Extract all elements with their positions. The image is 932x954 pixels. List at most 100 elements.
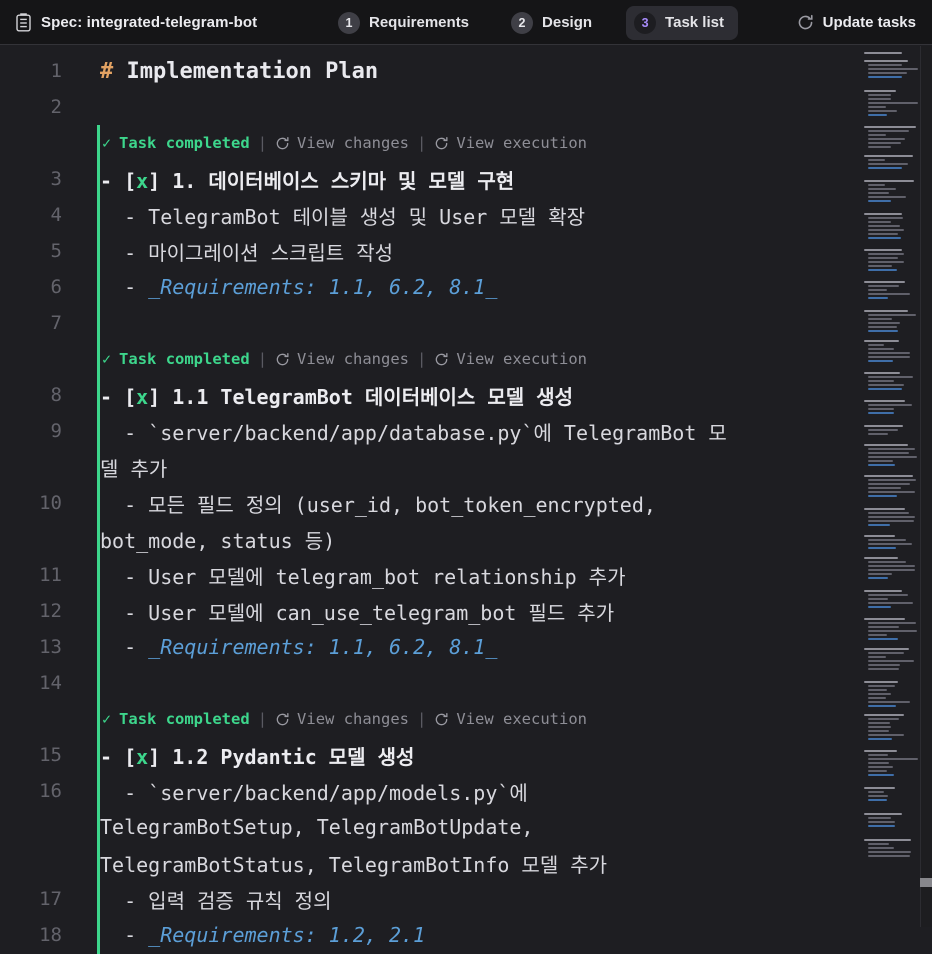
task-status-header: ✓ Task completed | View changes | View e… <box>0 701 932 737</box>
tab-requirements[interactable]: 1 Requirements <box>330 6 477 40</box>
task-block-bar <box>97 341 100 378</box>
checkbox-checked[interactable]: x <box>136 169 148 193</box>
line-number: 18 <box>0 917 62 953</box>
minimap-line <box>868 638 898 640</box>
tab-design[interactable]: 2 Design <box>503 6 600 40</box>
view-changes-link[interactable]: View changes <box>275 134 409 152</box>
minimap-line <box>868 565 915 567</box>
minimap-line <box>868 602 913 604</box>
minimap-line <box>864 425 903 427</box>
minimap-line <box>868 594 908 596</box>
task-block-bar <box>97 917 100 954</box>
minimap-line <box>864 813 902 815</box>
line-number: 13 <box>0 629 62 665</box>
minimap-line <box>868 167 902 169</box>
minimap-line <box>868 855 910 857</box>
minimap-line <box>864 372 900 374</box>
spec-title-group: Spec: integrated-telegram-bot <box>16 0 257 45</box>
minimap-line <box>868 847 894 849</box>
view-changes-link[interactable]: View changes <box>275 350 409 368</box>
minimap-line <box>868 68 918 70</box>
update-tasks-label: Update tasks <box>823 14 916 31</box>
minimap-line <box>868 693 891 695</box>
task-completed-label: Task completed <box>119 350 250 368</box>
editor-row: 16 - `server/backend/app/models.py`에 <box>0 773 932 809</box>
minimap-line <box>868 106 886 108</box>
minimap-line <box>868 384 904 386</box>
editor-row: 13 - _Requirements: 1.1, 6.2, 8.1_ <box>0 629 932 665</box>
task-block-bar <box>97 701 100 738</box>
line-number: 5 <box>0 233 62 269</box>
page-title: Implementation Plan <box>127 59 379 84</box>
minimap-line <box>868 188 896 190</box>
minimap-line <box>864 155 913 157</box>
task-block-bar <box>97 521 100 558</box>
update-tasks-button[interactable]: Update tasks <box>797 0 916 45</box>
minimap-line <box>868 163 908 165</box>
editor-row: 2 <box>0 89 932 125</box>
task-detail: bot_mode, status 등) <box>100 525 335 554</box>
task-block-bar <box>97 413 100 450</box>
minimap-line <box>864 60 908 62</box>
editor-row: bot_mode, status 등) <box>0 521 932 557</box>
minimap-line <box>868 257 898 259</box>
minimap-line <box>864 618 905 620</box>
task-detail: - User 모델에 telegram_bot relationship 추가 <box>100 561 625 590</box>
clipboard-icon <box>16 13 31 32</box>
minimap-line <box>868 598 888 600</box>
step-number: 3 <box>634 12 656 34</box>
minimap-line <box>868 730 889 732</box>
minimap-line <box>864 281 905 283</box>
minimap-line <box>864 508 905 510</box>
minimap-line <box>868 722 890 724</box>
line-number: 9 <box>0 413 62 449</box>
history-icon <box>434 352 449 367</box>
task-detail: TelegramBotStatus, TelegramBotInfo 모델 추가 <box>100 849 607 878</box>
minimap-line <box>868 130 909 132</box>
task-status-header: ✓ Task completed | View changes | View e… <box>0 341 932 377</box>
history-icon <box>434 136 449 151</box>
minimap-line <box>868 184 885 186</box>
minimap-line <box>868 102 918 104</box>
minimap-line <box>864 590 902 592</box>
task-block-bar <box>97 305 100 342</box>
minimap-line <box>868 146 891 148</box>
minimap-line <box>864 648 909 650</box>
editor-row: 10 - 모든 필드 정의 (user_id, bot_token_encryp… <box>0 485 932 521</box>
view-changes-link[interactable]: View changes <box>275 710 409 728</box>
view-execution-link[interactable]: View execution <box>434 134 587 152</box>
minimap-line <box>868 429 898 431</box>
scrollbar-track[interactable] <box>920 46 932 927</box>
minimap-line <box>868 547 896 549</box>
minimap-line <box>864 52 902 54</box>
minimap-line <box>868 573 892 575</box>
history-icon <box>275 712 290 727</box>
minimap-line <box>868 192 889 194</box>
editor-row: 4 - TelegramBot 테이블 생성 및 User 모델 확장 <box>0 197 932 233</box>
minimap-line <box>868 606 891 608</box>
minimap-line <box>868 114 887 116</box>
minimap-line <box>864 681 898 683</box>
editor-row: TelegramBotStatus, TelegramBotInfo 모델 추가 <box>0 845 932 881</box>
minimap-line <box>868 142 901 144</box>
line-number: 4 <box>0 197 62 233</box>
scrollbar-thumb[interactable] <box>920 878 932 887</box>
task-block-bar <box>97 485 100 522</box>
toolbar: Spec: integrated-telegram-bot 1 Requirem… <box>0 0 932 45</box>
minimap-line <box>868 344 884 346</box>
minimap-line <box>868 412 894 414</box>
editor-row: TelegramBotSetup, TelegramBotUpdate, <box>0 809 932 845</box>
checkbox-checked[interactable]: x <box>136 385 148 409</box>
minimap-line <box>868 253 904 255</box>
requirements-line: - _Requirements: 1.1, 6.2, 8.1_ <box>100 275 497 299</box>
view-execution-link[interactable]: View execution <box>434 350 587 368</box>
view-execution-link[interactable]: View execution <box>434 710 587 728</box>
minimap-line <box>868 766 893 768</box>
markdown-editor[interactable]: 1# Implementation Plan2 ✓ Task completed… <box>0 45 932 927</box>
minimap-line <box>868 491 915 493</box>
task-block-bar <box>97 665 100 702</box>
minimap-line <box>868 237 901 239</box>
tab-task-list[interactable]: 3 Task list <box>626 6 738 40</box>
minimap[interactable] <box>862 46 919 927</box>
checkbox-checked[interactable]: x <box>136 745 148 769</box>
